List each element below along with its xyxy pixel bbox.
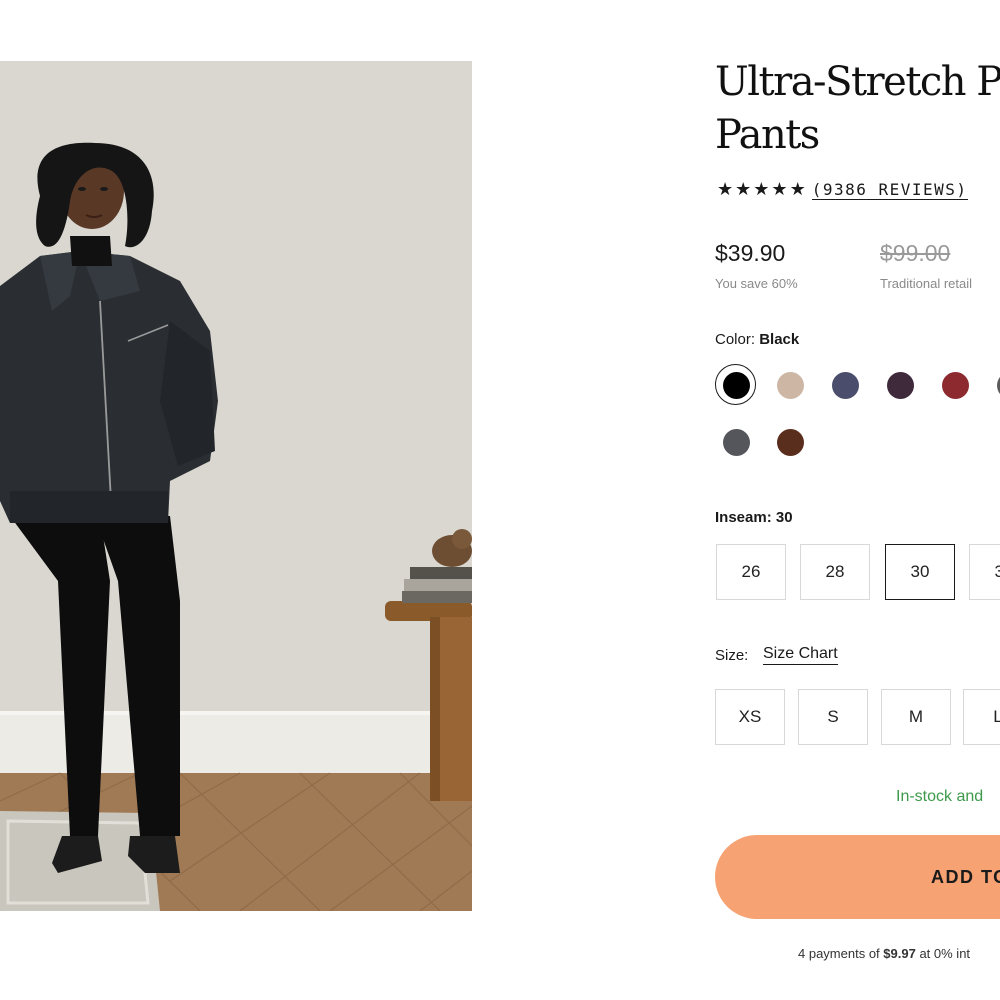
stock-status: In-stock and <box>896 788 984 805</box>
size-label: Size: <box>715 647 749 664</box>
size-option-s[interactable]: S <box>798 689 868 745</box>
star-icon: ★ <box>753 179 770 200</box>
product-image[interactable] <box>0 61 472 911</box>
savings-note: You save 60% <box>715 276 798 291</box>
sale-price: $39.90 <box>715 240 786 266</box>
star-icon: ★ <box>735 179 752 200</box>
size-option-xs[interactable]: XS <box>715 689 785 745</box>
color-swatch-red[interactable] <box>942 372 969 399</box>
retail-note: Traditional retail <box>880 276 973 291</box>
inseam-option-30[interactable]: 30 <box>885 544 955 600</box>
inseam-option-26[interactable]: 26 <box>716 544 786 600</box>
retail-price: $99.00 <box>880 240 951 266</box>
rating-stars: ★ ★ ★ ★ ★ <box>717 180 806 200</box>
product-rating[interactable]: ★ ★ ★ ★ ★ (9386 REVIEWS) <box>717 180 968 200</box>
add-to-cart-button[interactable]: ADD TO <box>715 835 1000 919</box>
size-option-l[interactable]: L <box>963 689 1000 745</box>
inseam-label: Inseam: 30 <box>715 509 793 526</box>
color-swatch-navy[interactable] <box>832 372 859 399</box>
star-icon: ★ <box>789 179 806 200</box>
inseam-option-28[interactable]: 28 <box>800 544 870 600</box>
color-label: Color: Black <box>715 331 800 348</box>
product-info-panel: Ultra-Stretch Ponte Pants ★ ★ ★ ★ ★ (938… <box>715 0 1000 1000</box>
selected-color: Black <box>759 331 800 348</box>
size-chart-link[interactable]: Size Chart <box>763 644 838 665</box>
color-swatch-plum[interactable] <box>887 372 914 399</box>
installment-note: 4 payments of $9.97 at 0% int <box>798 946 971 961</box>
color-swatch-black[interactable] <box>715 364 756 405</box>
inseam-option-32[interactable]: 32 <box>969 544 1000 600</box>
selected-inseam: 30 <box>775 509 793 526</box>
size-option-m[interactable]: M <box>881 689 951 745</box>
star-icon: ★ <box>717 179 734 200</box>
color-swatch-charcoal[interactable] <box>723 429 750 456</box>
product-title: Ultra-Stretch Ponte Pants <box>715 59 1000 158</box>
reviews-link[interactable]: (9386 REVIEWS) <box>811 180 968 200</box>
color-swatch-tan[interactable] <box>777 372 804 399</box>
star-icon: ★ <box>771 179 788 200</box>
color-swatch-brown[interactable] <box>777 429 804 456</box>
